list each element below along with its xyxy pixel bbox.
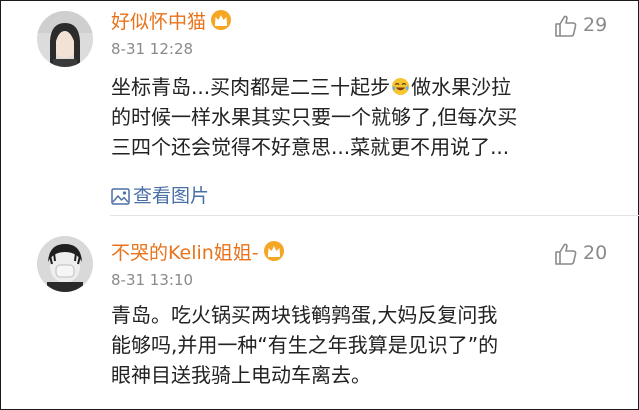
crown-badge-icon [211, 10, 232, 30]
username[interactable]: 不哭的Kelin姐姐- [111, 238, 285, 265]
comment-line-text: 做水果沙拉 [411, 75, 512, 99]
comment-text: 坐标青岛...买肉都是二三十起步 做水果沙拉 的时候一样水果其实只要一个就够了,… [111, 72, 611, 162]
comment-item: 不哭的Kelin姐姐- 8-31 13:10 20 青岛。吃火锅买两块钱鹌鹑蛋,… [0, 216, 639, 410]
comment-line: 坐标青岛...买肉都是二三十起步 做水果沙拉 [111, 72, 611, 102]
picture-icon [111, 188, 130, 205]
comment-line: 眼神目送我骑上电动车离去。 [111, 363, 371, 387]
comment-time: 8-31 12:28 [111, 40, 194, 58]
comment-item: 好似怀中猫 8-31 12:28 29 坐标青岛...买肉都是二三十起步 做水果… [0, 0, 639, 215]
avatar[interactable] [37, 236, 93, 292]
comment-text: 青岛。吃火锅买两块钱鹌鹑蛋,大妈反复问我 能够吗,并用一种“有生之年我算是见识了… [111, 300, 611, 390]
like-count: 29 [583, 14, 608, 36]
username-text[interactable]: 好似怀中猫 [111, 11, 206, 33]
username-text[interactable]: 不哭的Kelin姐姐- [111, 242, 259, 264]
crying-laughing-emoji [392, 77, 410, 96]
like-count: 20 [583, 242, 608, 264]
view-pictures-label[interactable]: 查看图片 [133, 185, 209, 207]
crown-badge-icon [263, 241, 284, 261]
view-pictures-link[interactable]: 查看图片 [111, 181, 209, 208]
username[interactable]: 好似怀中猫 [111, 7, 232, 34]
comment-line: 的时候一样水果其实只要一个就够了,但每次买 [111, 105, 518, 129]
thumbs-up-icon [555, 243, 577, 265]
comment-line: 能够吗,并用一种“有生之年我算是见识了”的 [111, 333, 499, 357]
comment-line: 青岛。吃火锅买两块钱鹌鹑蛋,大妈反复问我 [111, 303, 498, 327]
comment-time: 8-31 13:10 [111, 271, 194, 289]
thumbs-up-icon [555, 15, 577, 37]
comment-line-text: 坐标青岛...买肉都是二三十起步 [111, 75, 391, 99]
comment-line: 三四个还会觉得不好意思...菜就更不用说了... [111, 135, 510, 159]
avatar[interactable] [37, 11, 93, 67]
